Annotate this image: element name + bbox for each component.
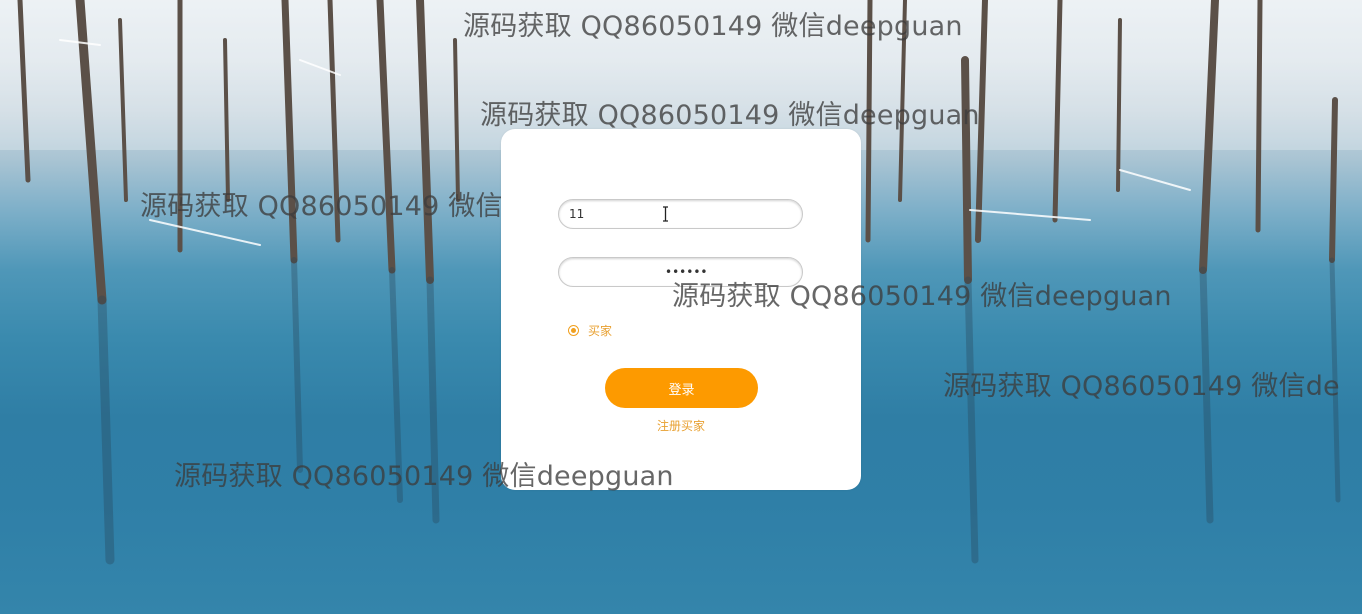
username-field-wrapper (558, 199, 803, 229)
password-input[interactable] (665, 260, 795, 284)
login-card: 买家 登录 注册买家 (501, 129, 861, 490)
register-buyer-link[interactable]: 注册买家 (501, 417, 861, 434)
text-cursor-icon (663, 206, 668, 222)
login-button[interactable]: 登录 (605, 368, 758, 408)
buyer-radio[interactable] (568, 324, 579, 336)
buyer-radio-label: 买家 (588, 323, 613, 338)
username-input[interactable] (569, 202, 794, 226)
password-field-wrapper (558, 257, 803, 287)
role-radio-group: 买家 (568, 322, 612, 338)
